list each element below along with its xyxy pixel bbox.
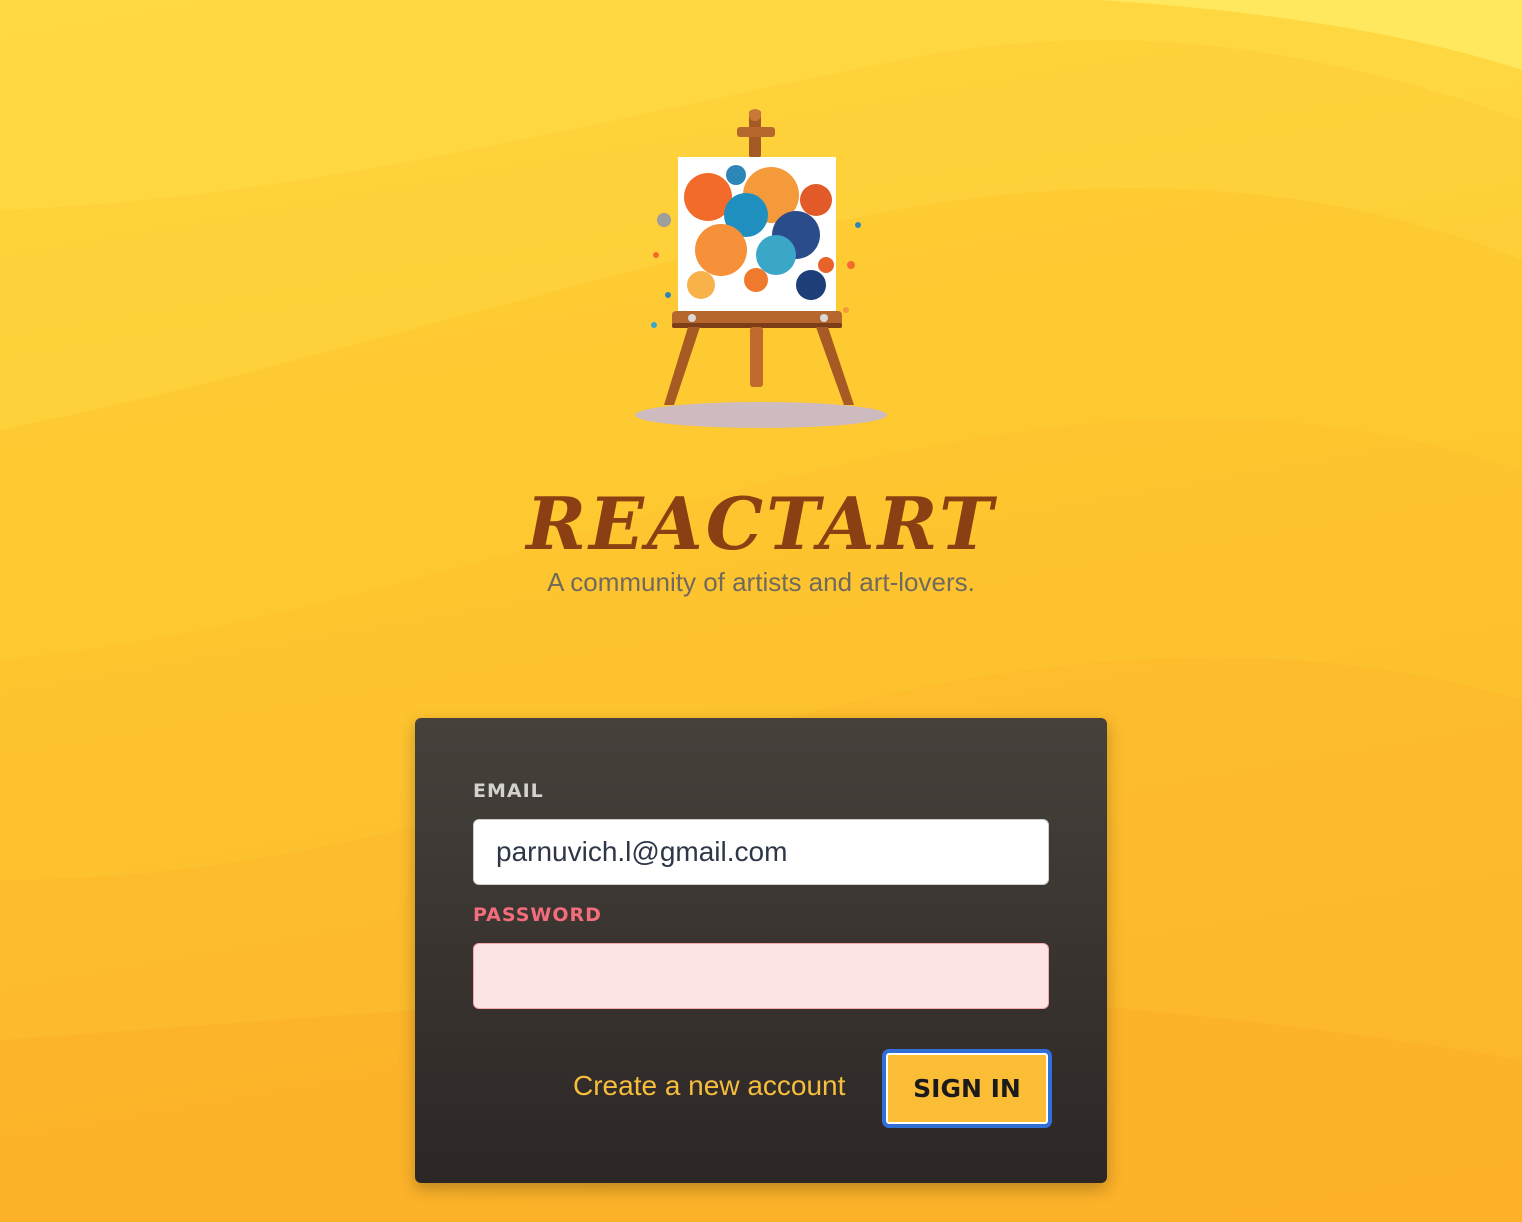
login-card: EMAIL PASSWORD Create a new account SIGN…: [415, 718, 1107, 1183]
email-field[interactable]: [473, 819, 1049, 885]
password-field[interactable]: [473, 943, 1049, 1009]
create-account-link[interactable]: Create a new account: [573, 1070, 845, 1102]
brand-subtitle: A community of artists and art-lovers.: [547, 567, 975, 597]
brand-title: REACTART: [526, 481, 996, 566]
login-page: REACTART A community of artists and art-…: [0, 0, 1522, 1222]
email-label: EMAIL: [473, 780, 544, 802]
easel-illustration: [635, 109, 887, 428]
password-label: PASSWORD: [473, 904, 602, 926]
easel-painting-icon: [626, 105, 896, 435]
sign-in-button[interactable]: SIGN IN: [882, 1049, 1052, 1128]
brand-hero: [0, 105, 1522, 435]
